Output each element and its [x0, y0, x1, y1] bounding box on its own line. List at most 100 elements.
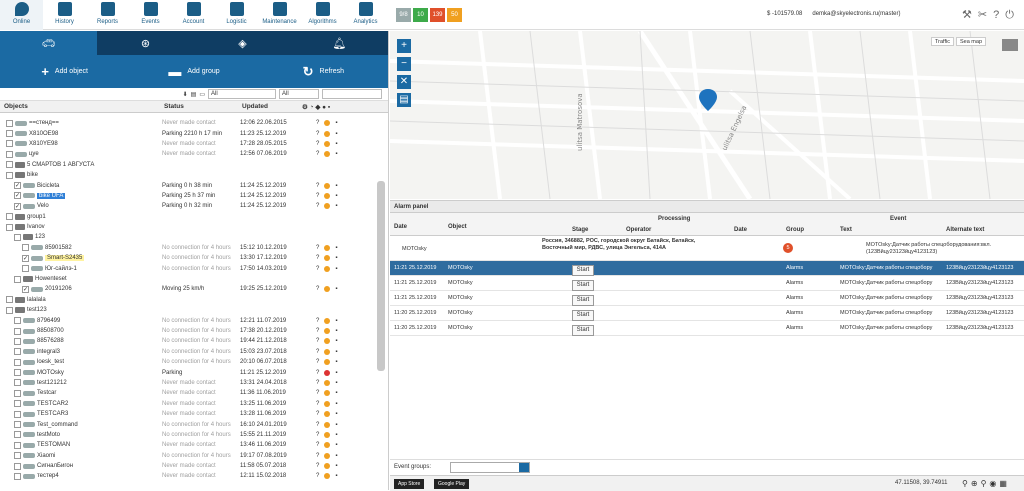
row-checkbox[interactable] — [14, 233, 21, 241]
table-row[interactable]: Xiaomi No connection for 4 hours 19:17 07.… — [0, 451, 374, 461]
map-layers-icon[interactable] — [1002, 39, 1018, 51]
nav-analytics[interactable]: Analytics — [344, 0, 387, 30]
zoom-in-button[interactable]: + — [397, 39, 411, 53]
table-row[interactable]: X810YE98 Never made contact 17:28 28.05.20… — [0, 139, 374, 149]
alarm-row[interactable]: 11:21 25.12.2019 MOTOsky Start Alarms MOTOsk… — [390, 261, 1024, 276]
table-row[interactable]: 20191206Moving 25 km/h19:25 25.12.2019?▪ — [0, 284, 374, 294]
help-icon[interactable]: ? — [993, 8, 999, 22]
add-object-button[interactable]: + Add object — [0, 64, 129, 79]
row-checkbox[interactable] — [6, 306, 13, 314]
row-checkbox[interactable] — [14, 431, 21, 439]
map-tools-icon[interactable]: ⚒ — [962, 8, 972, 22]
camera-icon[interactable]: ▪ — [335, 453, 337, 459]
camera-icon[interactable]: ▪ — [335, 401, 337, 407]
search-input[interactable] — [322, 89, 382, 99]
row-checkbox[interactable] — [14, 348, 21, 356]
status-badge[interactable]: 10 — [413, 8, 428, 22]
row-checkbox[interactable] — [14, 410, 21, 418]
alarm-row[interactable]: 11:21 25.12.2019 MOTOsky Start Alarms MOTOsk… — [390, 276, 1024, 291]
print-icon[interactable]: ▤ — [191, 91, 197, 98]
footer-tools-icons[interactable]: ⚲⊕⚲◉▦ — [962, 479, 1010, 488]
camera-icon[interactable]: ▪ — [335, 120, 337, 126]
camera-icon[interactable]: ▪ — [335, 203, 337, 209]
group-row[interactable]: group1 — [0, 212, 374, 222]
table-row[interactable]: integral3 No connection for 4 hours 15:03 … — [0, 347, 374, 357]
table-row[interactable]: 8796499 No connection for 4 hours 12:21 11… — [0, 315, 374, 325]
nav-online[interactable]: Online — [0, 0, 43, 30]
row-checkbox[interactable] — [22, 254, 29, 262]
row-checkbox[interactable] — [6, 130, 13, 138]
car-tab[interactable]: 🚗︎ — [0, 31, 97, 55]
print-map-icon[interactable]: ▤ — [397, 93, 411, 107]
row-checkbox[interactable] — [22, 285, 29, 293]
camera-icon[interactable]: ▪ — [335, 266, 337, 272]
table-row[interactable]: Test_command No connection for 4 hours 16:… — [0, 419, 374, 429]
group-row[interactable]: 5 СМАРТОВ 1 АВГУСТА — [0, 160, 374, 170]
event-groups-select[interactable] — [450, 462, 530, 473]
filter-select-1[interactable]: All — [208, 89, 276, 99]
status-badge[interactable]: 50 — [447, 8, 462, 22]
start-button[interactable]: Start — [572, 280, 594, 291]
alarm-row[interactable]: 11:20 25.12.2019 MOTOsky Start Alarms MOTOsk… — [390, 306, 1024, 321]
alarm-row[interactable]: 11:21 25.12.2019 MOTOsky Start Alarms MOTOsk… — [390, 291, 1024, 306]
camera-icon[interactable]: ▪ — [335, 151, 337, 157]
alarm-row-expanded[interactable]: MOTOsky Россия, 346882, РОС, городской о… — [390, 236, 1024, 261]
table-row[interactable]: 88576288 No connection for 4 hours 19:44 2… — [0, 336, 374, 346]
row-checkbox[interactable] — [6, 171, 13, 179]
camera-icon[interactable]: ▪ — [335, 183, 337, 189]
camera-icon[interactable]: ▪ — [335, 422, 337, 428]
row-checkbox[interactable] — [14, 358, 21, 366]
row-checkbox[interactable] — [14, 389, 21, 397]
nav-account[interactable]: Account — [172, 0, 215, 30]
row-checkbox[interactable] — [6, 213, 13, 221]
camera-icon[interactable]: ▪ — [335, 193, 337, 199]
row-checkbox[interactable] — [14, 182, 21, 190]
row-checkbox[interactable] — [14, 400, 21, 408]
camera-icon[interactable]: ▪ — [335, 390, 337, 396]
sea-map-toggle[interactable]: Sea map — [955, 37, 986, 46]
user-name[interactable]: demka@skyelectronis.ru(master) — [812, 11, 900, 17]
row-checkbox[interactable] — [14, 202, 21, 210]
row-checkbox[interactable] — [14, 452, 21, 460]
row-checkbox[interactable] — [14, 472, 21, 480]
row-checkbox[interactable] — [14, 327, 21, 335]
col-updated[interactable]: Updated — [242, 103, 268, 110]
camera-icon[interactable]: ▪ — [335, 338, 337, 344]
add-group-button[interactable]: ▬ Add group — [129, 64, 258, 79]
group-row[interactable]: Howenteset — [0, 274, 374, 284]
table-row[interactable]: VeloParking 0 h 32 min11:24 25.12.2019?▪ — [0, 201, 374, 211]
camera-icon[interactable]: ▪ — [335, 131, 337, 137]
download-icon[interactable]: ⬇ — [183, 91, 188, 98]
table-row[interactable]: bike UFA Parking 25 h 37 min 11:24 25.12.2… — [0, 191, 374, 201]
row-checkbox[interactable] — [22, 265, 29, 273]
group-row[interactable]: Ivanov — [0, 222, 374, 232]
table-row[interactable]: TESTCAR3 Never made contact 13:28 11.06.20… — [0, 409, 374, 419]
camera-icon[interactable]: ▪ — [335, 349, 337, 355]
google-play-badge[interactable]: Google Play — [434, 479, 470, 489]
map-view[interactable]: ulitsa Matrosova ulitsa Engelsa + − ✕ ▤ … — [390, 31, 1024, 199]
app-store-badge[interactable]: App Store — [394, 479, 425, 489]
logout-icon[interactable]: ⏻ — [1005, 8, 1014, 22]
table-row[interactable]: testMoto No connection for 4 hours 15:55 2… — [0, 430, 374, 440]
camera-icon[interactable]: ▪ — [335, 141, 337, 147]
col-objects[interactable]: Objects — [4, 103, 28, 110]
row-checkbox[interactable] — [14, 462, 21, 470]
camera-icon[interactable]: ▪ — [335, 245, 337, 251]
balance[interactable]: $ -101579.08 — [767, 11, 802, 17]
row-checkbox[interactable] — [14, 421, 21, 429]
camera-icon[interactable]: ▪ — [335, 328, 337, 334]
col-status[interactable]: Status — [164, 103, 184, 110]
row-checkbox[interactable] — [22, 244, 29, 252]
nav-reports[interactable]: Reports — [86, 0, 129, 30]
table-row[interactable]: цуе Never made contact 12:56 07.06.2019? ▪ — [0, 149, 374, 159]
camera-icon[interactable]: ▪ — [335, 432, 337, 438]
layers-tab[interactable]: ◈ — [194, 31, 291, 55]
nav-algorithms[interactable]: Algorithms — [301, 0, 344, 30]
group-row[interactable]: bike — [0, 170, 374, 180]
wheel-tab[interactable]: ⊛ — [97, 31, 194, 55]
row-checkbox[interactable] — [6, 161, 13, 169]
row-checkbox[interactable] — [6, 150, 13, 158]
traffic-toggle[interactable]: Traffic — [931, 37, 954, 46]
table-row[interactable]: СигналБигон Never made contact 11:58 05.07… — [0, 461, 374, 471]
table-row[interactable]: Юг-сайлэ-1 No connection for 4 hours 17:50… — [0, 263, 374, 273]
